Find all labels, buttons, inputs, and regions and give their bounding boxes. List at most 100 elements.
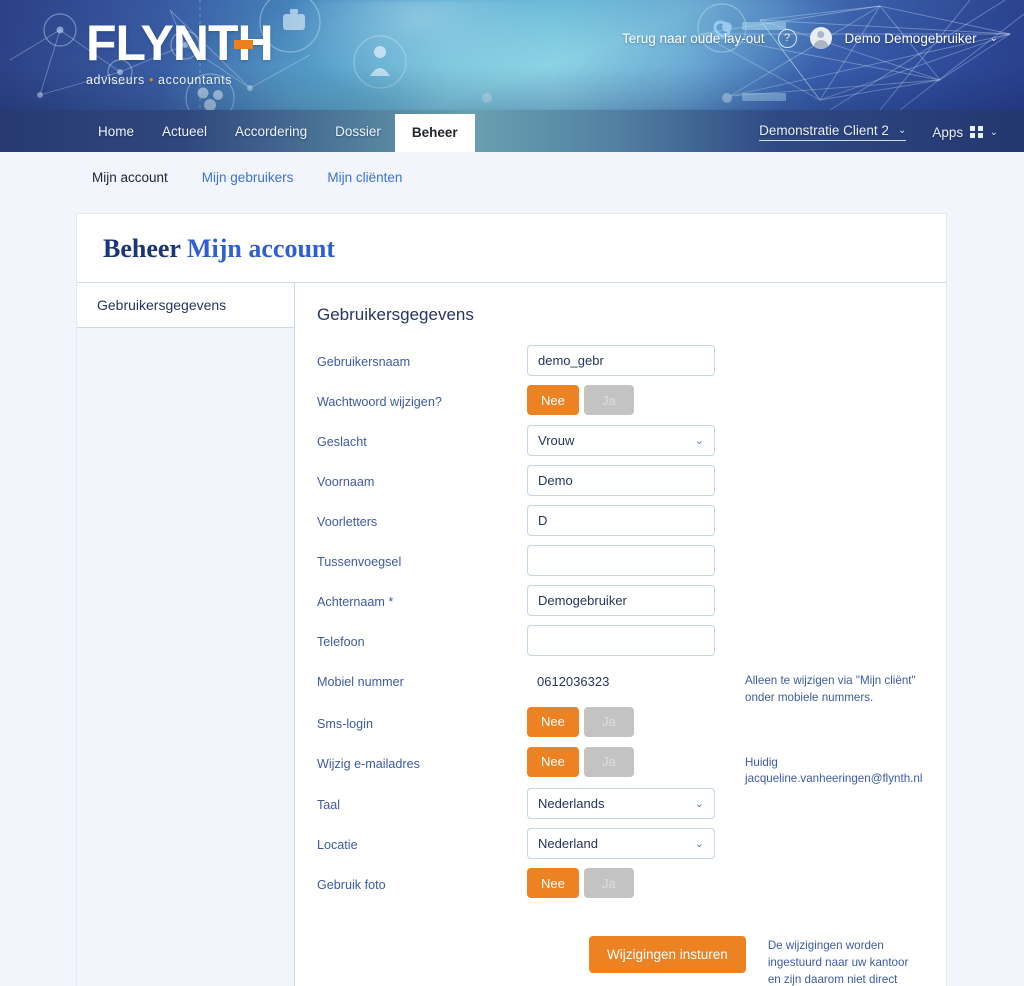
legacy-layout-link[interactable]: Terug naar oude lay-out [622, 31, 765, 46]
nav-items: Home Actueel Accordering Dossier Beheer [0, 112, 475, 152]
apps-label: Apps [932, 124, 964, 140]
sub-navigation: Mijn account Mijn gebruikers Mijn cliënt… [0, 152, 1024, 185]
label-sms-login: Sms-login [317, 716, 373, 731]
field-row-telefoon: Telefoon [317, 625, 922, 665]
toggle-gebruik-foto-nee[interactable]: Nee [527, 868, 579, 899]
nav-item-accordering[interactable]: Accordering [221, 112, 321, 152]
hero-banner: FLYNTH adviseurs • accountants Terug naa… [0, 0, 1024, 110]
chevron-down-icon[interactable]: ⌄ [990, 33, 998, 44]
field-row-voorletters: Voorletters [317, 505, 922, 545]
logo-tagline-left: adviseurs [86, 73, 145, 87]
field-row-sms-login: Sms-login Nee Ja [317, 706, 922, 747]
nav-right-group: Demonstratie Client 2 ⌄ Apps ⌄ [759, 123, 1024, 152]
toggle-gebruik-foto: Nee Ja [527, 868, 717, 899]
toggle-wachtwoord-nee[interactable]: Nee [527, 385, 579, 415]
hint-wijzig-email: Huidig jacqueline.vanheeringen@flynth.nl [717, 747, 922, 789]
logo-orange-dash [233, 40, 253, 49]
field-row-voornaam: Voornaam [317, 465, 922, 505]
subnav-item-mijn-clienten[interactable]: Mijn cliënten [327, 170, 402, 185]
label-telefoon: Telefoon [317, 635, 365, 649]
user-menu-label[interactable]: Demo Demogebruiker [845, 31, 977, 46]
account-card: Beheer Mijn account Gebruikersgegevens G… [76, 213, 947, 986]
input-tussenvoegsel[interactable] [527, 545, 715, 576]
header-utility-bar: Terug naar oude lay-out ? Demo Demogebru… [622, 27, 998, 49]
toggle-sms-login-nee[interactable]: Nee [527, 706, 579, 737]
flynth-logo[interactable]: FLYNTH adviseurs • accountants [86, 18, 274, 87]
submit-row: Wijzigingen insturen De wijzigingen word… [317, 936, 922, 986]
label-locatie: Locatie [317, 838, 358, 853]
hint-gebruikersnaam [717, 345, 922, 353]
input-gebruikersnaam[interactable] [527, 345, 715, 376]
page-title: Beheer Mijn account [103, 236, 920, 262]
toggle-wijzig-email-nee[interactable]: Nee [527, 746, 579, 777]
label-mobiel-nummer: Mobiel nummer [317, 675, 404, 689]
user-details-form: Gebruikersgegevens Gebruikersnaam Wachtw… [295, 283, 946, 986]
label-taal: Taal [317, 798, 341, 813]
apps-menu[interactable]: Apps ⌄ [932, 125, 998, 140]
select-geslacht-value: Vrouw [538, 433, 575, 448]
logo-tagline-dot: • [148, 73, 154, 87]
label-achternaam: Achternaam * [317, 595, 394, 609]
client-selector[interactable]: Demonstratie Client 2 ⌄ [759, 123, 907, 141]
field-row-gebruik-foto: Gebruik foto Nee Ja [317, 868, 922, 908]
nav-item-home[interactable]: Home [84, 112, 148, 152]
subnav-item-mijn-gebruikers[interactable]: Mijn gebruikers [202, 170, 294, 185]
input-telefoon[interactable] [527, 625, 715, 656]
label-voorletters: Voorletters [317, 515, 378, 529]
settings-rail: Gebruikersgegevens [77, 283, 295, 986]
input-achternaam[interactable] [527, 585, 715, 616]
field-row-wachtwoord-wijzigen: Wachtwoord wijzigen? Nee Ja [317, 385, 922, 425]
toggle-sms-login-ja[interactable]: Ja [583, 706, 634, 737]
field-row-taal: Taal Nederlands ⌄ [317, 788, 922, 828]
select-taal-value: Nederlands [538, 796, 605, 812]
field-row-wijzig-email: Wijzig e-mailadres Nee Ja Huidig jacquel… [317, 746, 922, 789]
field-row-locatie: Locatie Nederland ⌄ [317, 828, 922, 868]
toggle-gebruik-foto-ja[interactable]: Ja [583, 868, 634, 899]
briefcase-badge-icon [283, 9, 305, 30]
submit-changes-button[interactable]: Wijzigingen insturen [589, 936, 746, 974]
select-locatie[interactable]: Nederland ⌄ [527, 828, 715, 860]
field-row-mobiel-nummer: Mobiel nummer 0612036323 Alleen te wijzi… [317, 665, 922, 707]
avatar [809, 27, 832, 49]
chevron-down-icon: ⌄ [694, 838, 704, 851]
rail-empty-area [77, 328, 294, 986]
chevron-down-icon: ⌄ [694, 798, 704, 811]
input-voornaam[interactable] [527, 465, 715, 496]
chevron-down-icon: ⌄ [989, 126, 998, 138]
card-body: Gebruikersgegevens Gebruikersgegevens Ge… [77, 283, 946, 986]
submit-hint: De wijzigingen worden ingestuurd naar uw… [767, 939, 909, 986]
chevron-down-icon: ⌄ [897, 125, 907, 136]
label-gebruik-foto: Gebruik foto [317, 878, 386, 893]
field-row-tussenvoegsel: Tussenvoegsel [317, 545, 922, 585]
page-title-accent: Mijn account [187, 234, 336, 263]
toggle-sms-login: Nee Ja [527, 706, 717, 737]
hint-mobiel-nummer: Alleen te wijzigen via "Mijn cliënt" ond… [745, 674, 916, 704]
label-wachtwoord-wijzigen: Wachtwoord wijzigen? [317, 395, 442, 409]
logo-tagline: adviseurs • accountants [86, 73, 273, 87]
subnav-item-mijn-account[interactable]: Mijn account [92, 170, 168, 185]
logo-tagline-right: accountants [158, 73, 233, 87]
main-navigation: Home Actueel Accordering Dossier Beheer … [0, 110, 1024, 152]
field-row-gebruikersnaam: Gebruikersnaam [317, 345, 922, 385]
select-taal[interactable]: Nederlands ⌄ [527, 788, 715, 820]
nav-item-beheer[interactable]: Beheer [394, 114, 475, 152]
client-selector-label: Demonstratie Client 2 [759, 123, 889, 138]
label-tussenvoegsel: Tussenvoegsel [317, 555, 402, 569]
toggle-wijzig-email: Nee Ja [527, 746, 717, 777]
label-gebruikersnaam: Gebruikersnaam [317, 355, 411, 369]
toggle-wijzig-email-ja[interactable]: Ja [583, 746, 634, 777]
label-geslacht: Geslacht [317, 435, 367, 449]
grid-icon [970, 125, 983, 139]
hint-wijzig-email-line2: jacqueline.vanheeringen@flynth.nl [745, 772, 923, 786]
label-wijzig-email: Wijzig e-mailadres [317, 756, 420, 771]
nav-item-dossier[interactable]: Dossier [321, 112, 395, 152]
rail-item-gebruikersgegevens[interactable]: Gebruikersgegevens [77, 283, 294, 328]
nav-item-actueel[interactable]: Actueel [148, 112, 221, 152]
label-voornaam: Voornaam [317, 475, 375, 489]
select-geslacht[interactable]: Vrouw ⌄ [527, 425, 715, 456]
toggle-wachtwoord-ja[interactable]: Ja [583, 385, 634, 415]
help-icon[interactable]: ? [777, 28, 797, 48]
input-voorletters[interactable] [527, 505, 715, 536]
page-title-main: Beheer [103, 234, 181, 263]
value-mobiel-nummer: 0612036323 [537, 674, 610, 689]
